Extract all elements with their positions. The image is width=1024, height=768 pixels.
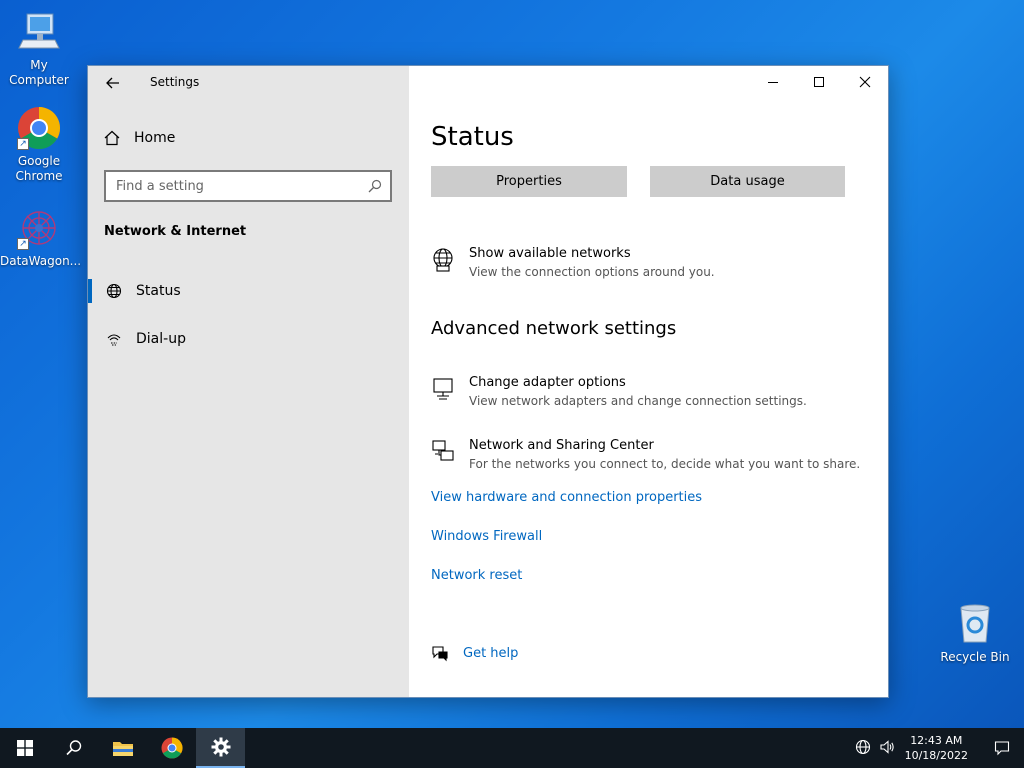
settings-sidebar: Settings Home Network & Internet Status … [88, 66, 409, 697]
desktop-icon-recycle-bin[interactable]: Recycle Bin [936, 602, 1014, 665]
option-title: Network and Sharing Center [469, 438, 654, 453]
close-icon [859, 76, 871, 88]
desktop-icon-label: Recycle Bin [940, 650, 1010, 664]
chrome-icon: ↗ [17, 106, 61, 150]
windows-firewall-link[interactable]: Windows Firewall [431, 529, 542, 544]
search-box[interactable] [104, 170, 392, 202]
chrome-icon [161, 737, 183, 759]
window-controls [750, 66, 888, 98]
shortcut-arrow-icon: ↗ [17, 238, 29, 250]
network-adapter-icon [433, 378, 453, 400]
sidebar-item-dial-up[interactable]: Dial-up [88, 321, 409, 357]
network-reset-link[interactable]: Network reset [431, 568, 522, 583]
option-description: View network adapters and change connect… [469, 394, 807, 408]
desktop-icon-my-computer[interactable]: My Computer [0, 10, 78, 88]
desktop-icon-google-chrome[interactable]: ↗ Google Chrome [0, 106, 78, 184]
clock-date: 10/18/2022 [904, 749, 968, 762]
window-title: Settings [150, 75, 200, 89]
home-label: Home [134, 130, 176, 146]
properties-button[interactable]: Properties [431, 166, 627, 197]
maximize-icon [814, 77, 824, 87]
volume-tray-button[interactable] [875, 739, 899, 758]
start-button[interactable] [0, 728, 49, 768]
sharing-center-icon [432, 440, 454, 461]
shortcut-arrow-icon: ↗ [17, 138, 29, 150]
get-help-label: Get help [463, 645, 519, 661]
network-globe-icon [433, 248, 453, 272]
option-title: Change adapter options [469, 375, 626, 390]
datawagon-icon: ↗ [17, 206, 61, 250]
chrome-taskbar-button[interactable] [147, 728, 196, 768]
search-taskbar-button[interactable] [49, 728, 98, 768]
desktop-icon-label: DataWagon... [0, 254, 82, 268]
sharing-center-option[interactable]: Network and Sharing Center For the netwo… [431, 437, 860, 473]
computer-icon [17, 10, 61, 54]
gear-icon [211, 737, 230, 757]
option-description: For the networks you connect to, decide … [469, 457, 861, 471]
settings-taskbar-button[interactable] [196, 728, 245, 768]
desktop-icon-label: My Computer [9, 58, 69, 87]
get-help-link[interactable]: Get help [431, 644, 518, 662]
close-button[interactable] [842, 66, 888, 98]
back-arrow-icon [106, 77, 119, 89]
data-usage-button[interactable]: Data usage [650, 166, 845, 197]
option-description: View the connection options around you. [469, 265, 715, 279]
hardware-properties-link[interactable]: View hardware and connection properties [431, 490, 702, 505]
settings-content: Status Properties Data usage Show availa… [409, 66, 888, 697]
home-icon [104, 130, 120, 146]
notification-icon [994, 741, 1010, 756]
taskbar: 12:43 AM 10/18/2022 [0, 728, 1024, 768]
help-chat-icon [432, 646, 448, 662]
maximize-button[interactable] [796, 66, 842, 98]
clock[interactable]: 12:43 AM 10/18/2022 [905, 733, 968, 763]
advanced-settings-heading: Advanced network settings [431, 318, 677, 339]
clock-time: 12:43 AM [910, 734, 963, 747]
network-tray-button[interactable] [851, 739, 875, 758]
change-adapter-option[interactable]: Change adapter options View network adap… [431, 374, 807, 410]
option-title: Show available networks [469, 246, 631, 261]
globe-icon [106, 283, 122, 299]
search-input[interactable] [116, 178, 356, 194]
back-button[interactable] [102, 72, 124, 94]
search-icon [368, 179, 382, 193]
minimize-button[interactable] [750, 66, 796, 98]
show-networks-option[interactable]: Show available networks View the connect… [431, 245, 715, 281]
sidebar-item-label: Status [136, 283, 181, 299]
section-title: Network & Internet [104, 224, 247, 239]
speaker-icon [880, 739, 894, 754]
globe-icon [855, 739, 870, 754]
settings-window: Settings Home Network & Internet Status … [87, 65, 889, 698]
desktop-icon-label: Google Chrome [15, 154, 63, 183]
desktop-icon-datawagon[interactable]: ↗ DataWagon... [0, 206, 82, 269]
system-tray: 12:43 AM 10/18/2022 [851, 728, 1024, 768]
page-title: Status [431, 122, 514, 152]
search-icon [65, 740, 81, 756]
folder-icon [112, 742, 133, 756]
sidebar-item-status[interactable]: Status [88, 273, 409, 309]
notifications-button[interactable] [980, 728, 1024, 768]
sidebar-home[interactable]: Home [104, 130, 175, 146]
windows-logo-icon [16, 740, 33, 756]
recycle-bin-icon [953, 602, 997, 646]
file-explorer-button[interactable] [98, 728, 147, 768]
dialup-icon [107, 334, 121, 346]
sidebar-item-label: Dial-up [136, 331, 186, 347]
minimize-icon [768, 82, 778, 83]
